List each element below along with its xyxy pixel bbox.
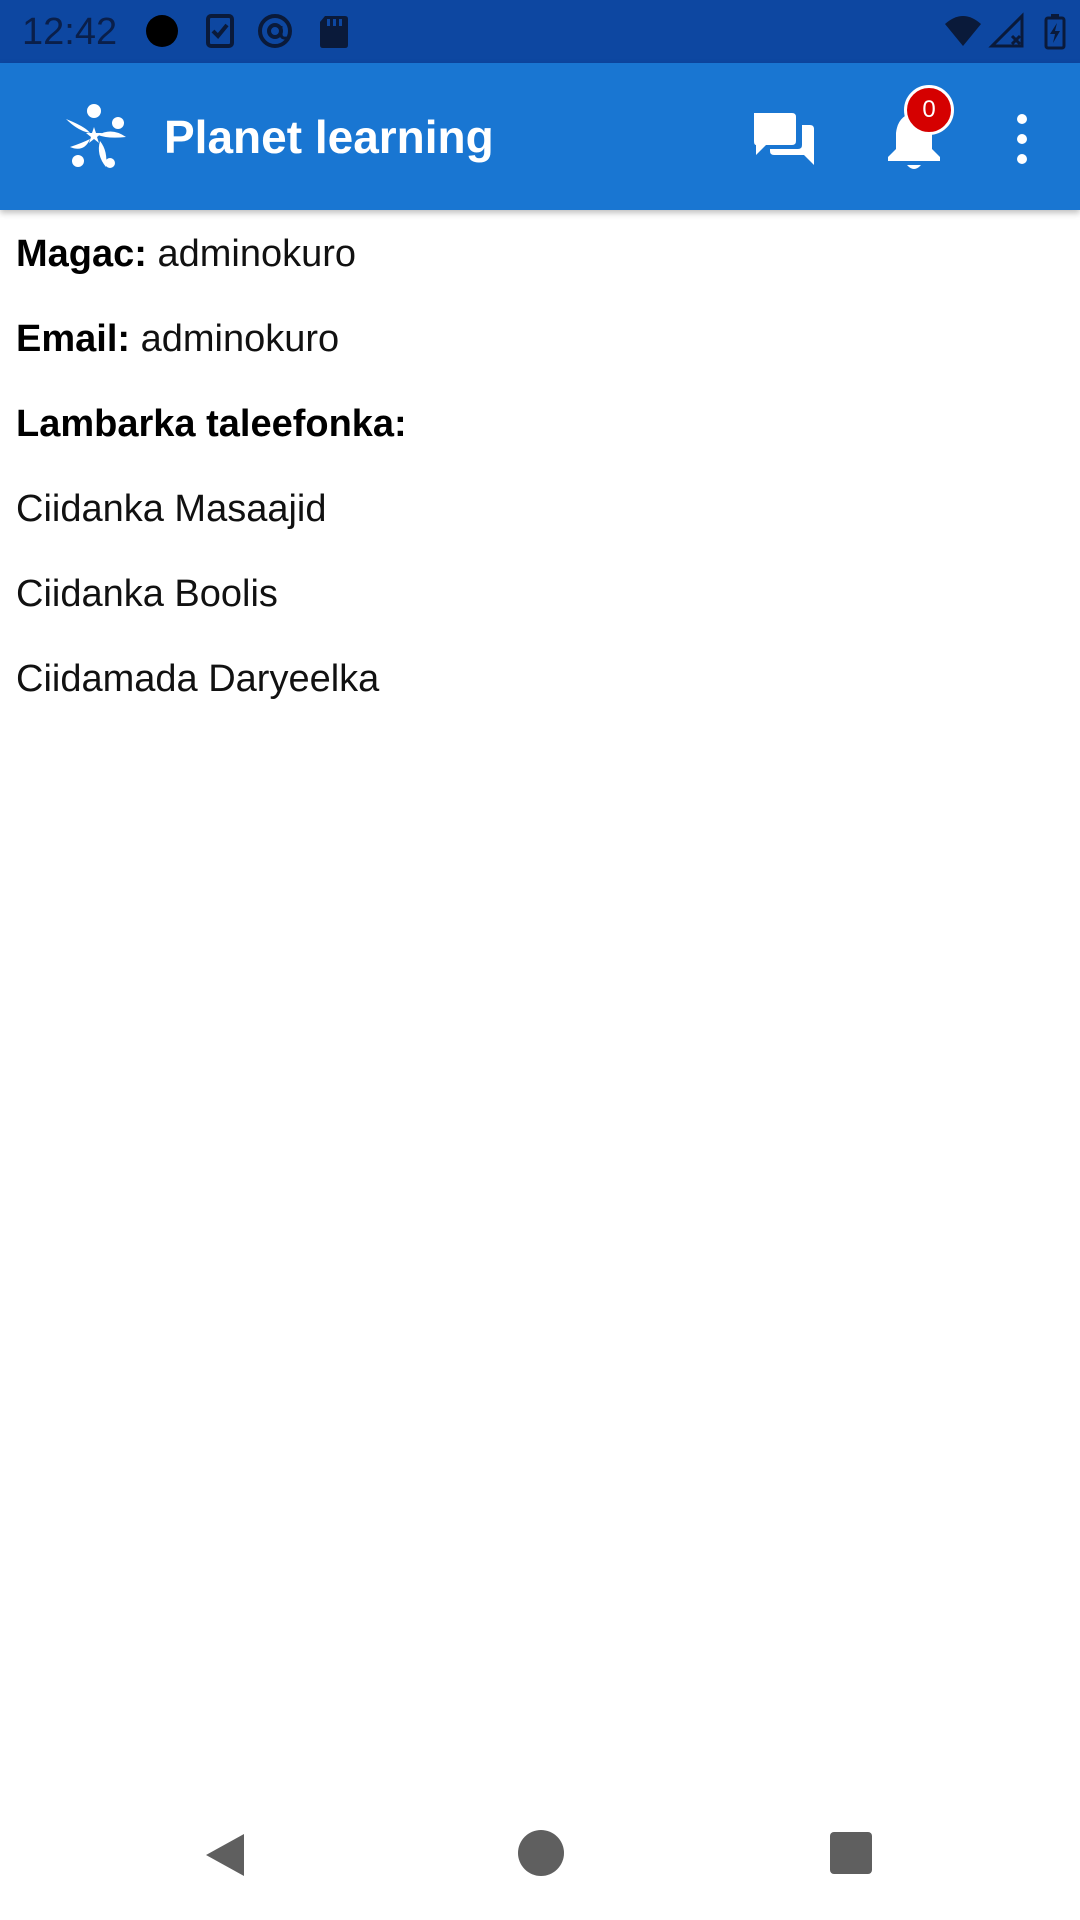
app-bar: Planet learning 0 (0, 63, 1080, 210)
name-row: Magac: adminokuro (16, 230, 356, 278)
group-item: Ciidanka Masaajid (16, 488, 327, 530)
back-icon[interactable] (200, 1830, 250, 1880)
recents-icon[interactable] (830, 1832, 872, 1874)
email-row: Email: adminokuro (16, 315, 339, 363)
notification-count-badge: 0 (904, 85, 954, 135)
battery-charging-icon (1044, 14, 1066, 50)
phone-label: Lambarka taleefonka: (16, 403, 407, 445)
app-title: Planet learning (164, 111, 494, 163)
email-value: adminokuro (140, 318, 340, 360)
system-nav-bar (0, 1790, 1080, 1920)
group-item: Ciidamada Daryeelka (16, 658, 380, 700)
home-icon[interactable] (518, 1830, 564, 1876)
sd-card-icon (320, 16, 348, 48)
group-item: Ciidanka Boolis (16, 573, 278, 615)
notification-dot-icon (146, 15, 178, 47)
email-label: Email: (16, 318, 131, 360)
status-time: 12:42 (22, 11, 118, 53)
at-sign-icon (258, 14, 292, 48)
name-value: adminokuro (157, 233, 357, 275)
name-label: Magac: (16, 233, 147, 275)
status-bar: 12:42 (0, 0, 1080, 63)
wifi-icon (945, 16, 981, 46)
cell-signal-icon (988, 12, 1024, 48)
more-options-icon[interactable] (1002, 103, 1042, 175)
chat-icon[interactable] (748, 103, 820, 175)
clipboard-check-icon (206, 14, 234, 48)
phone-row: Lambarka taleefonka: (16, 400, 407, 448)
planet-learning-logo-icon (66, 104, 126, 168)
